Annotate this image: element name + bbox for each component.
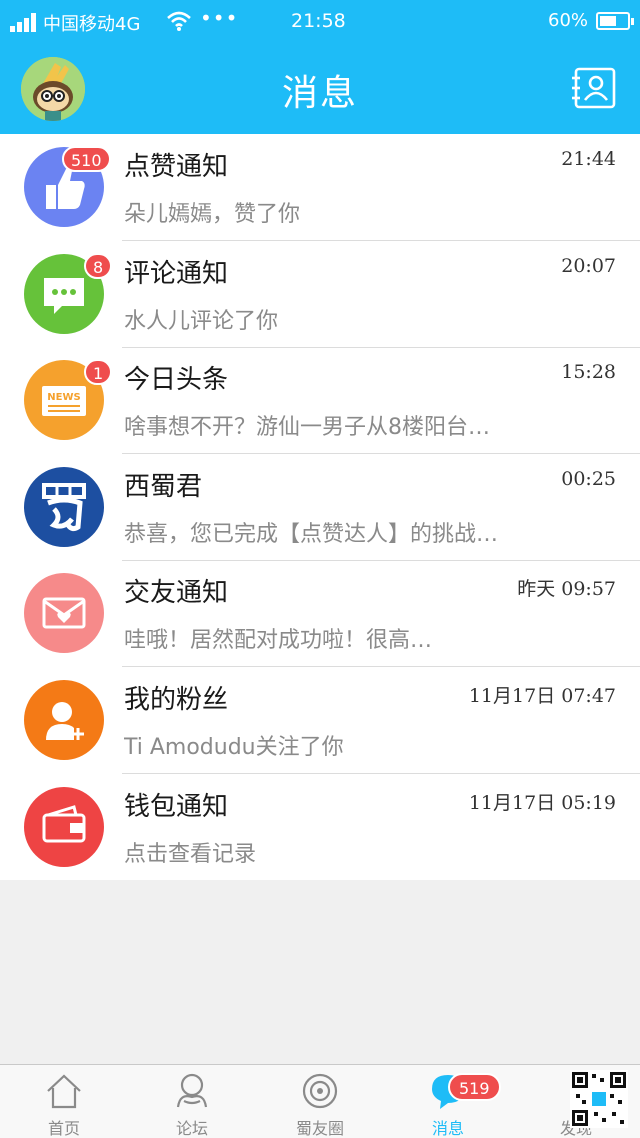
top-bar: 中国移动4G ••• 21:58 60% 消息 — [0, 0, 640, 134]
tab-home[interactable]: 首页 — [0, 1065, 128, 1138]
contacts-button[interactable] — [570, 66, 618, 110]
message-row-wallet-notice[interactable]: 钱包通知 点击查看记录 11月17日 05:19 — [0, 774, 640, 881]
message-title: 钱包通知 — [124, 792, 229, 822]
message-preview: 水人儿评论了你 — [124, 309, 279, 334]
message-title: 交友通知 — [124, 578, 229, 608]
message-row-dating-notice[interactable]: 交友通知 哇哦！居然配对成功啦！很高… 昨天 09:57 — [0, 560, 640, 667]
message-time: 20:07 — [561, 255, 616, 277]
message-preview: 点击查看记录 — [124, 842, 257, 867]
message-title: 点赞通知 — [124, 152, 229, 182]
message-preview: 哇哦！居然配对成功啦！很高… — [124, 628, 433, 653]
wallet-icon — [24, 787, 104, 867]
home-icon — [47, 1074, 81, 1109]
message-preview: 恭喜，您已完成【点赞达人】的挑战… — [124, 522, 499, 547]
message-preview: 朵儿嫣嫣，赞了你 — [124, 202, 301, 227]
tab-unread-badge: 519 — [448, 1073, 501, 1101]
message-title: 西蜀君 — [124, 472, 203, 502]
message-time: 15:28 — [561, 361, 616, 383]
message-title: 我的粉丝 — [124, 685, 229, 715]
message-row-xishujun[interactable]: 西蜀君 恭喜，您已完成【点赞达人】的挑战… 00:25 — [0, 454, 640, 561]
message-list: 510 点赞通知 朵儿嫣嫣，赞了你 21:44 8 评论通知 水人儿评论了你 2… — [0, 134, 640, 880]
message-time: 昨天 09:57 — [517, 578, 616, 600]
message-preview: 啥事想不开？游仙一男子从8楼阳台… — [124, 415, 490, 440]
page-title: 消息 — [281, 73, 358, 114]
tab-label: 蜀友圈 — [295, 1119, 344, 1138]
carrier-label: 中国移动4G — [43, 14, 141, 35]
message-time: 21:44 — [561, 148, 616, 170]
unread-badge: 8 — [84, 253, 113, 279]
tab-bar: 首页 论坛 蜀友圈 519 消息 发现 — [0, 1064, 640, 1138]
message-row-comment-notice[interactable]: 8 评论通知 水人儿评论了你 20:07 — [0, 241, 640, 348]
moments-icon — [302, 1073, 338, 1109]
message-time: 00:25 — [561, 468, 616, 490]
message-time: 11月17日 05:19 — [468, 792, 616, 814]
contacts-book-icon — [572, 67, 616, 109]
unread-badge: 1 — [84, 359, 113, 385]
tab-moments[interactable]: 蜀友圈 — [256, 1065, 384, 1138]
message-title: 今日头条 — [124, 365, 229, 395]
tab-label: 首页 — [47, 1119, 80, 1138]
svg-text:NEWS: NEWS — [47, 392, 80, 403]
message-time: 11月17日 07:47 — [468, 685, 616, 707]
message-row-toutiao[interactable]: NEWS 1 今日头条 啥事想不开？游仙一男子从8楼阳台… 15:28 — [0, 347, 640, 454]
add-user-icon — [24, 680, 104, 760]
message-preview: Ti Amodudu关注了你 — [124, 735, 344, 760]
xishu-logo-icon — [24, 467, 104, 547]
battery-percent: 60% — [548, 10, 589, 31]
message-row-like-notice[interactable]: 510 点赞通知 朵儿嫣嫣，赞了你 21:44 — [0, 134, 640, 241]
envelope-heart-icon — [24, 573, 104, 653]
status-bar: 中国移动4G ••• 21:58 60% — [0, 0, 640, 42]
qr-code-icon — [570, 1070, 628, 1128]
battery-icon — [596, 12, 634, 30]
status-time: 21:58 — [291, 10, 346, 32]
tab-label: 消息 — [431, 1119, 464, 1138]
forum-icon — [176, 1073, 208, 1108]
message-row-my-fans[interactable]: 我的粉丝 Ti Amodudu关注了你 11月17日 07:47 — [0, 667, 640, 774]
signal-icon — [10, 12, 40, 32]
tab-label: 论坛 — [175, 1119, 208, 1138]
message-title: 评论通知 — [124, 259, 229, 289]
tab-messages[interactable]: 519 消息 — [384, 1065, 512, 1138]
more-status-icon: ••• — [200, 6, 239, 30]
unread-badge: 510 — [62, 146, 111, 172]
tab-forum[interactable]: 论坛 — [128, 1065, 256, 1138]
wifi-icon — [167, 11, 191, 31]
